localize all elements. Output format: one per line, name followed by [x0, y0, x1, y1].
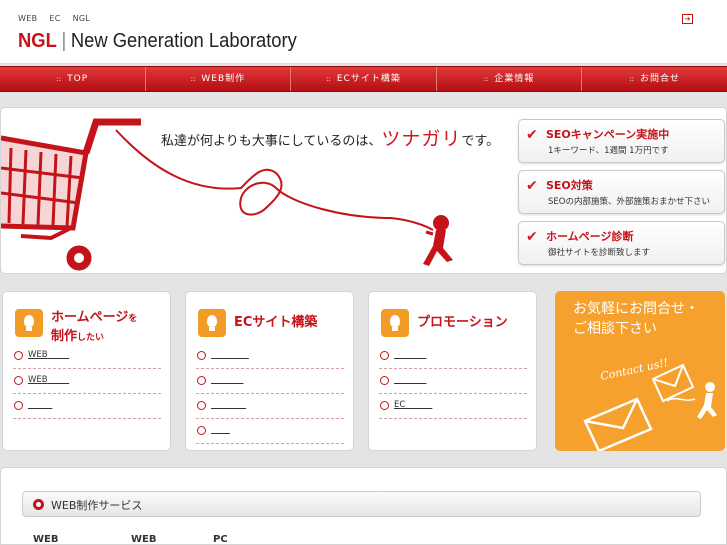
contact-banner[interactable]: Contact us!! お気軽にお問合せ・ ご相談下さい	[555, 291, 725, 451]
nav-item-company[interactable]: :: 企業情報	[437, 67, 583, 91]
logo-name: New Generation Laboratory	[70, 30, 297, 52]
card-link[interactable]	[196, 371, 344, 394]
hero-text-post: です。	[461, 134, 500, 149]
tagline-ngl: NGL	[72, 14, 91, 23]
card-title-line1: ECサイト構築	[234, 315, 318, 330]
lightbulb-icon	[381, 309, 409, 337]
card-link-list: EC	[379, 346, 527, 421]
checkmark-icon: ✔	[526, 229, 538, 245]
tagline-ec: EC	[49, 14, 61, 23]
tagline-web: WEB	[18, 14, 38, 23]
section-col-label: WEB	[131, 534, 157, 545]
site-header: WEB EC NGL NGL | New Generation Laboratory ➔	[0, 0, 727, 64]
card-link[interactable]	[196, 346, 344, 369]
card-title-small: したい	[77, 333, 105, 343]
link-underline	[405, 400, 432, 410]
card-title: ECサイト構築	[234, 314, 317, 331]
card-link-list: WEB WEB	[13, 346, 161, 421]
contact-string	[666, 397, 696, 402]
card-homepage: ホームページを制作したい WEB WEB	[2, 291, 171, 451]
logo-separator: |	[61, 30, 67, 52]
nav-dots-icon: ::	[629, 75, 635, 83]
person-icon	[697, 382, 717, 419]
service-sub: 御社サイトを診断致します	[548, 248, 651, 258]
service-sub: 1キーワード、1週間 1万円です	[548, 146, 669, 156]
card-link[interactable]	[379, 371, 527, 394]
logo-mark: NGL	[18, 30, 57, 52]
card-link[interactable]	[13, 396, 161, 419]
service-title: SEOキャンペーン実施中	[546, 128, 670, 141]
checkmark-icon: ✔	[526, 178, 538, 194]
envelope-large-icon	[583, 397, 653, 451]
section-title: WEB制作サービス	[51, 499, 143, 512]
exit-icon[interactable]: ➔	[682, 14, 693, 24]
card-link[interactable]	[379, 346, 527, 369]
link-underline	[394, 375, 426, 385]
card-title: プロモーション	[417, 314, 508, 331]
card-link[interactable]	[196, 396, 344, 419]
web-service-section: WEB制作サービス WEB WEB PC	[0, 467, 727, 545]
hero-text-pre: 私達が何よりも大事にしているのは、	[161, 134, 382, 149]
service-title: SEO対策	[546, 179, 593, 192]
card-link[interactable]: EC	[379, 396, 527, 419]
nav-dots-icon: ::	[56, 75, 62, 83]
circle-arrow-icon	[33, 499, 44, 510]
service-title: ホームページ診断	[546, 230, 634, 243]
nav-dots-icon: ::	[326, 75, 331, 83]
card-ec: ECサイト構築	[185, 291, 354, 451]
link-underline	[48, 350, 70, 360]
card-title-line1: プロモーション	[417, 315, 508, 330]
link-underline	[28, 400, 52, 410]
link-underline	[394, 350, 426, 360]
section-header-bar: WEB制作サービス	[22, 491, 701, 517]
card-link[interactable]: WEB	[13, 346, 161, 369]
checkmark-icon: ✔	[526, 127, 538, 143]
section-col-label: WEB	[33, 534, 59, 545]
nav-label: TOP	[67, 74, 89, 84]
card-link[interactable]	[196, 421, 344, 444]
nav-item-ec[interactable]: :: ECサイト構築	[291, 67, 437, 91]
link-underline	[211, 375, 243, 385]
contact-line1: お気軽にお問合せ・	[573, 301, 699, 317]
card-link-text: WEB	[28, 375, 48, 385]
card-title: ホームページを制作したい	[51, 309, 137, 347]
card-link-text: EC	[394, 400, 406, 410]
service-seo[interactable]: ✔ SEO対策 SEOの内部施策、外部施策おまかせ下さい	[518, 170, 725, 214]
nav-label: ECサイト構築	[336, 74, 401, 84]
card-promotion: プロモーション EC	[368, 291, 537, 451]
nav-label: 企業情報	[494, 74, 535, 84]
card-title-line1: ホームページ	[51, 310, 129, 325]
contact-heading: お気軽にお問合せ・ ご相談下さい	[573, 299, 699, 339]
contact-line2: ご相談下さい	[573, 321, 657, 337]
main-nav: :: TOP :: WEB制作 :: ECサイト構築 :: 企業情報 :: お問合せ	[0, 66, 727, 92]
card-link-text: WEB	[28, 350, 48, 360]
lightbulb-icon	[198, 309, 226, 337]
lightbulb-icon	[15, 309, 43, 337]
service-diagnosis[interactable]: ✔ ホームページ診断 御社サイトを診断致します	[518, 221, 725, 265]
nav-item-contact[interactable]: :: お問合せ	[582, 67, 727, 91]
section-col-label: PC	[213, 534, 228, 545]
site-logo[interactable]: NGL | New Generation Laboratory	[18, 30, 297, 53]
service-sub: SEOの内部施策、外部施策おまかせ下さい	[548, 197, 710, 207]
card-link[interactable]: WEB	[13, 371, 161, 394]
shopping-cart-icon	[1, 118, 141, 271]
hero-text-big: ツナガリ	[381, 128, 462, 150]
card-title-line2: 制作	[51, 329, 78, 344]
link-underline	[48, 375, 70, 385]
nav-dots-icon: ::	[190, 75, 196, 83]
link-underline	[211, 350, 249, 360]
nav-dots-icon: ::	[483, 75, 489, 83]
nav-label: お問合せ	[640, 74, 681, 84]
nav-item-top[interactable]: :: TOP	[0, 67, 146, 91]
nav-item-web[interactable]: :: WEB制作	[146, 67, 292, 91]
hero-message: 私達が何よりも大事にしているのは、ツナガリです。	[161, 124, 499, 151]
card-link-list	[196, 346, 344, 446]
header-tagline: WEB EC NGL	[18, 14, 102, 23]
link-underline	[211, 400, 246, 410]
pulling-person-icon	[423, 215, 453, 266]
nav-label: WEB制作	[201, 74, 246, 84]
card-title-small: を	[128, 314, 138, 324]
link-underline	[211, 425, 230, 435]
service-seo-campaign[interactable]: ✔ SEOキャンペーン実施中 1キーワード、1週間 1万円です	[518, 119, 725, 163]
